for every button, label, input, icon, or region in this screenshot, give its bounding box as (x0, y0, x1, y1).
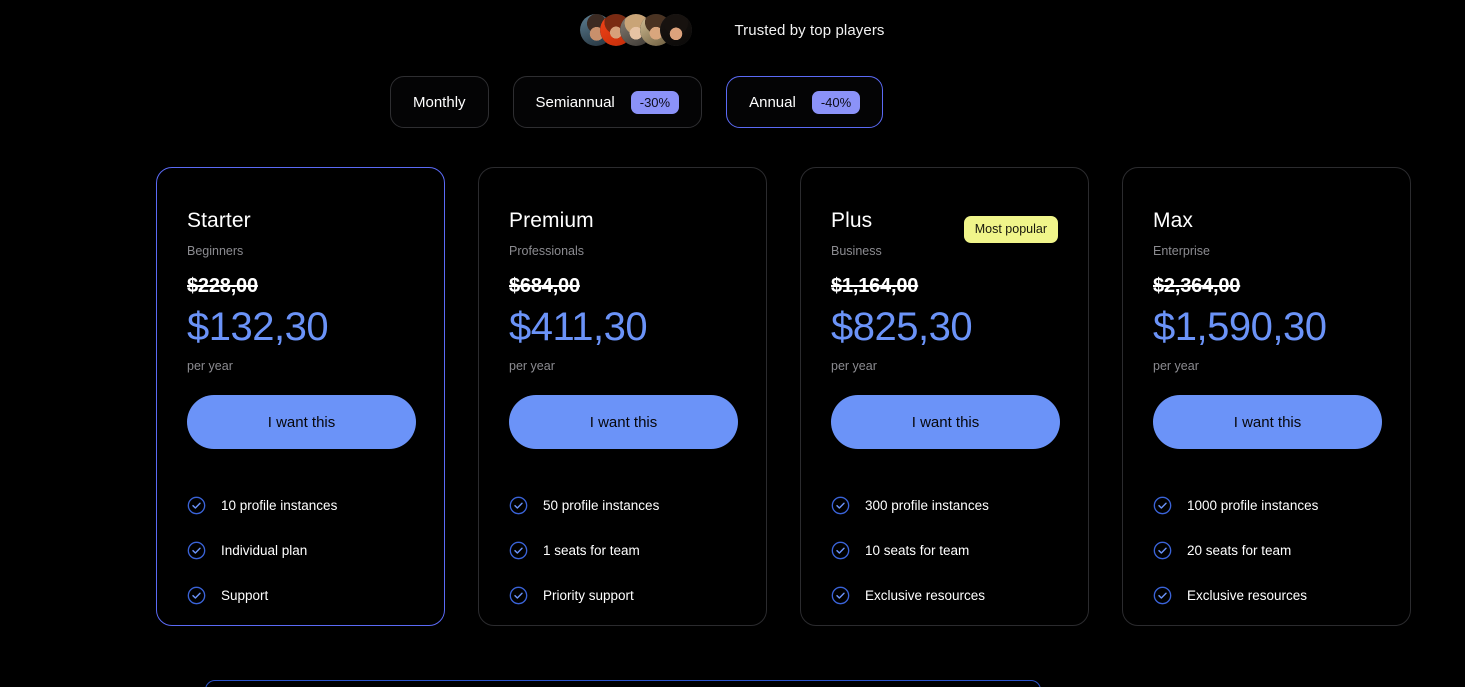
check-circle-icon (1153, 496, 1172, 515)
feature-label: 1000 profile instances (1187, 498, 1319, 513)
plan-feature-list: 50 profile instances 1 seats for team Pr… (509, 483, 736, 618)
plan-price-period: per year (187, 358, 233, 373)
bottom-panel[interactable] (205, 680, 1041, 687)
plan-price-period: per year (509, 358, 555, 373)
plan-price-current: $411,30 (509, 304, 648, 349)
plan-cta-button[interactable]: I want this (187, 395, 416, 449)
list-item: Exclusive resources (1153, 573, 1380, 618)
plan-price-original: $684,00 (509, 274, 580, 297)
plan-subtitle: Professionals (509, 244, 585, 258)
toggle-monthly-label: Monthly (413, 93, 466, 111)
trusted-by-section: Trusted by top players (0, 0, 1465, 60)
pricing-card-starter[interactable]: Starter Beginners $228,00 $132,30 per ye… (156, 167, 445, 626)
list-item: 300 profile instances (831, 483, 1058, 528)
list-item: 10 profile instances (187, 483, 414, 528)
toggle-semiannual-discount-badge: -30% (630, 90, 680, 114)
feature-label: 300 profile instances (865, 498, 989, 513)
feature-label: 50 profile instances (543, 498, 660, 513)
list-item: Priority support (509, 573, 736, 618)
toggle-annual-discount-badge: -40% (811, 90, 861, 114)
feature-label: Exclusive resources (1187, 588, 1308, 603)
toggle-monthly[interactable]: Monthly (390, 76, 489, 128)
feature-label: Exclusive resources (865, 588, 986, 603)
plan-title: Starter (187, 209, 251, 232)
check-circle-icon (187, 496, 206, 515)
check-circle-icon (187, 586, 206, 605)
plan-price-original: $228,00 (187, 274, 258, 297)
check-circle-icon (187, 541, 206, 560)
plan-subtitle: Beginners (187, 244, 244, 258)
plan-price-current: $1,590,30 (1153, 304, 1327, 349)
avatar-group (580, 14, 693, 46)
feature-label: 10 profile instances (221, 498, 338, 513)
plan-price-original: $1,164,00 (831, 274, 919, 297)
list-item: Exclusive resources (831, 573, 1058, 618)
list-item: Individual plan (187, 528, 414, 573)
toggle-annual[interactable]: Annual -40% (726, 76, 884, 128)
plan-feature-list: 1000 profile instances 20 seats for team… (1153, 483, 1380, 618)
plan-feature-list: 10 profile instances Individual plan Sup… (187, 483, 414, 618)
toggle-semiannual-label: Semiannual (535, 93, 615, 111)
plan-cta-button[interactable]: I want this (509, 395, 738, 449)
check-circle-icon (831, 541, 850, 560)
list-item: 20 seats for team (1153, 528, 1380, 573)
feature-label: Individual plan (221, 543, 308, 558)
feature-label: 1 seats for team (543, 543, 640, 558)
check-circle-icon (509, 541, 528, 560)
feature-label: 10 seats for team (865, 543, 970, 558)
plan-price-original: $2,364,00 (1153, 274, 1241, 297)
pricing-card-premium[interactable]: Premium Professionals $684,00 $411,30 pe… (478, 167, 767, 626)
list-item: 1000 profile instances (1153, 483, 1380, 528)
plan-cta-button[interactable]: I want this (831, 395, 1060, 449)
list-item: 50 profile instances (509, 483, 736, 528)
plan-subtitle: Business (831, 244, 882, 258)
pricing-cards: Starter Beginners $228,00 $132,30 per ye… (156, 167, 1411, 626)
billing-period-toggle: Monthly Semiannual -30% Annual -40% (390, 76, 884, 128)
check-circle-icon (509, 586, 528, 605)
check-circle-icon (831, 586, 850, 605)
plan-price-period: per year (831, 358, 877, 373)
check-circle-icon (1153, 586, 1172, 605)
toggle-annual-label: Annual (749, 93, 796, 111)
plan-title: Premium (509, 209, 594, 232)
plan-cta-button[interactable]: I want this (1153, 395, 1382, 449)
avatar-face (660, 14, 693, 46)
plan-title: Max (1153, 209, 1193, 232)
plan-feature-list: 300 profile instances 10 seats for team … (831, 483, 1058, 618)
plan-price-current: $132,30 (187, 304, 329, 349)
feature-label: Priority support (543, 588, 634, 603)
most-popular-badge: Most popular (963, 216, 1058, 243)
list-item: 1 seats for team (509, 528, 736, 573)
toggle-semiannual[interactable]: Semiannual -30% (512, 76, 703, 128)
trusted-by-label: Trusted by top players (734, 21, 885, 39)
check-circle-icon (1153, 541, 1172, 560)
pricing-card-max[interactable]: Max Enterprise $2,364,00 $1,590,30 per y… (1122, 167, 1411, 626)
plan-subtitle: Enterprise (1153, 244, 1210, 258)
list-item: 10 seats for team (831, 528, 1058, 573)
check-circle-icon (831, 496, 850, 515)
check-circle-icon (509, 496, 528, 515)
list-item: Support (187, 573, 414, 618)
feature-label: 20 seats for team (1187, 543, 1292, 558)
plan-price-current: $825,30 (831, 304, 973, 349)
avatar-5 (660, 14, 693, 46)
pricing-card-plus[interactable]: Most popular Plus Business $1,164,00 $82… (800, 167, 1089, 626)
feature-label: Support (221, 588, 269, 603)
pricing-page: Trusted by top players Monthly Semiannua… (0, 0, 1465, 687)
plan-price-period: per year (1153, 358, 1199, 373)
